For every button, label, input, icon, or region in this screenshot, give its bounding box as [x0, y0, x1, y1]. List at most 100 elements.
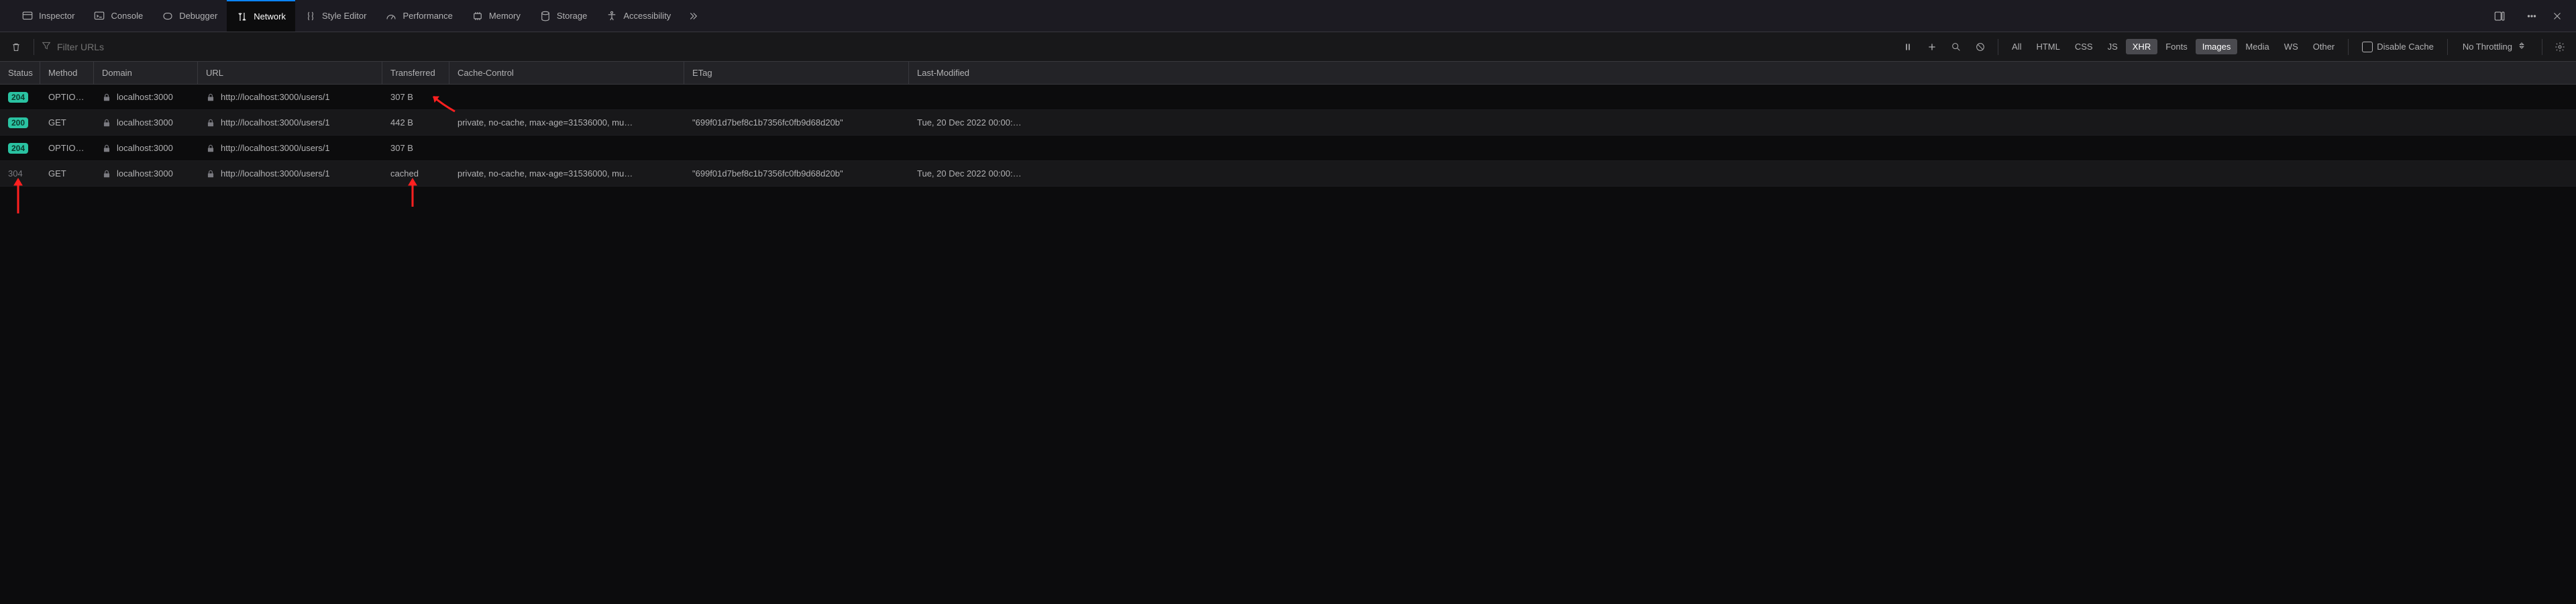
- cell-last-modified: [909, 85, 2576, 109]
- checkbox-icon: [2362, 42, 2373, 52]
- style-icon: [305, 10, 317, 22]
- status-text: 304: [8, 168, 23, 179]
- tab-label: Inspector: [39, 11, 74, 21]
- filter-other[interactable]: Other: [2306, 39, 2342, 54]
- filter-media[interactable]: Media: [2239, 39, 2275, 54]
- table-row[interactable]: 304GETlocalhost:3000http://localhost:300…: [0, 161, 2576, 187]
- chevron-right-double-icon: [687, 10, 699, 22]
- request-type-filters: All HTML CSS JS XHR Fonts Images Media W…: [2005, 39, 2341, 54]
- col-header-domain[interactable]: Domain: [94, 62, 198, 84]
- table-row[interactable]: 204 OPTIO…localhost:3000http://localhost:…: [0, 136, 2576, 161]
- status-badge: 200: [8, 117, 28, 128]
- memory-icon: [472, 10, 484, 22]
- search-button[interactable]: [1945, 36, 1967, 58]
- filter-xhr[interactable]: XHR: [2126, 39, 2157, 54]
- disable-cache-label: Disable Cache: [2377, 42, 2434, 52]
- block-button[interactable]: [1970, 36, 1991, 58]
- cell-domain: localhost:3000: [94, 85, 198, 109]
- filter-html[interactable]: HTML: [2029, 39, 2066, 54]
- cell-domain: localhost:3000: [94, 110, 198, 135]
- tab-style-editor[interactable]: Style Editor: [295, 0, 376, 32]
- col-header-method[interactable]: Method: [40, 62, 94, 84]
- filter-ws[interactable]: WS: [2277, 39, 2305, 54]
- pause-button[interactable]: [1897, 36, 1919, 58]
- close-devtools-button[interactable]: [2549, 8, 2565, 24]
- cell-url: http://localhost:3000/users/1: [198, 136, 382, 160]
- cell-etag: [684, 136, 909, 160]
- cell-last-modified: Tue, 20 Dec 2022 00:00:…: [909, 161, 2576, 186]
- cell-status: 204: [0, 85, 40, 109]
- lock-icon: [102, 118, 111, 128]
- filter-urls-wrap: [41, 40, 296, 53]
- sort-icon: [2516, 40, 2527, 53]
- cell-last-modified: Tue, 20 Dec 2022 00:00:…: [909, 110, 2576, 135]
- lock-icon: [102, 169, 111, 179]
- cell-transferred: 442 B: [382, 110, 449, 135]
- col-header-cache-control[interactable]: Cache-Control: [449, 62, 684, 84]
- cell-transferred: 307 B: [382, 136, 449, 160]
- tab-debugger[interactable]: Debugger: [152, 0, 227, 32]
- performance-icon: [385, 10, 397, 22]
- throttling-dropdown[interactable]: No Throttling: [2455, 40, 2535, 53]
- col-header-transferred[interactable]: Transferred: [382, 62, 449, 84]
- more-options-button[interactable]: [2524, 8, 2540, 24]
- status-badge: 204: [8, 92, 28, 103]
- tab-performance[interactable]: Performance: [376, 0, 462, 32]
- col-header-last-modified[interactable]: Last-Modified: [909, 62, 2576, 84]
- lock-icon: [206, 93, 215, 102]
- cell-domain: localhost:3000: [94, 161, 198, 186]
- tab-storage[interactable]: Storage: [530, 0, 597, 32]
- cell-url: http://localhost:3000/users/1: [198, 161, 382, 186]
- cell-domain: localhost:3000: [94, 136, 198, 160]
- tab-label: Style Editor: [322, 11, 366, 21]
- cell-transferred: 307 B: [382, 85, 449, 109]
- devtools-tab-bar: Inspector Console Debugger Network Style…: [0, 0, 2576, 32]
- tabs-overflow-button[interactable]: [680, 0, 706, 32]
- cell-status: 204: [0, 136, 40, 160]
- tab-label: Console: [111, 11, 143, 21]
- col-header-etag[interactable]: ETag: [684, 62, 909, 84]
- tab-network[interactable]: Network: [227, 0, 295, 32]
- clear-requests-button[interactable]: [5, 36, 27, 58]
- cell-method: OPTIO…: [40, 85, 94, 109]
- cell-url: http://localhost:3000/users/1: [198, 85, 382, 109]
- col-header-status[interactable]: Status: [0, 62, 40, 84]
- filter-fonts[interactable]: Fonts: [2159, 39, 2194, 54]
- filter-images[interactable]: Images: [2196, 39, 2238, 54]
- inspector-icon: [21, 10, 34, 22]
- filter-all[interactable]: All: [2005, 39, 2028, 54]
- filter-js[interactable]: JS: [2101, 39, 2125, 54]
- status-badge: 204: [8, 143, 28, 154]
- console-icon: [93, 10, 105, 22]
- requests-table: Status Method Domain URL Transferred Cac…: [0, 62, 2576, 187]
- storage-icon: [539, 10, 551, 22]
- new-request-button[interactable]: [1921, 36, 1943, 58]
- col-header-url[interactable]: URL: [198, 62, 382, 84]
- tab-label: Network: [254, 11, 286, 21]
- tab-memory[interactable]: Memory: [462, 0, 530, 32]
- tab-label: Performance: [402, 11, 452, 21]
- cell-status: 200: [0, 110, 40, 135]
- table-row[interactable]: 204 OPTIO…localhost:3000http://localhost:…: [0, 85, 2576, 110]
- cell-etag: "699f01d7bef8c1b7356fc0fb9d68d20b": [684, 161, 909, 186]
- dock-mode-button[interactable]: [2491, 8, 2508, 24]
- table-row[interactable]: 200GETlocalhost:3000http://localhost:300…: [0, 110, 2576, 136]
- lock-icon: [102, 93, 111, 102]
- cell-method: OPTIO…: [40, 136, 94, 160]
- filter-urls-input[interactable]: [57, 42, 296, 52]
- cell-transferred: cached: [382, 161, 449, 186]
- cell-method: GET: [40, 110, 94, 135]
- cell-cache-control: private, no-cache, max-age=31536000, mu…: [449, 110, 684, 135]
- tab-inspector[interactable]: Inspector: [12, 0, 84, 32]
- separator: [2348, 39, 2349, 55]
- cell-etag: [684, 85, 909, 109]
- tab-console[interactable]: Console: [84, 0, 152, 32]
- cell-status: 304: [0, 161, 40, 186]
- tab-accessibility[interactable]: Accessibility: [596, 0, 680, 32]
- network-settings-button[interactable]: [2549, 36, 2571, 58]
- throttling-label: No Throttling: [2463, 42, 2512, 52]
- filter-css[interactable]: CSS: [2068, 39, 2100, 54]
- cell-etag: "699f01d7bef8c1b7356fc0fb9d68d20b": [684, 110, 909, 135]
- cell-cache-control: private, no-cache, max-age=31536000, mu…: [449, 161, 684, 186]
- disable-cache-checkbox[interactable]: Disable Cache: [2355, 42, 2440, 52]
